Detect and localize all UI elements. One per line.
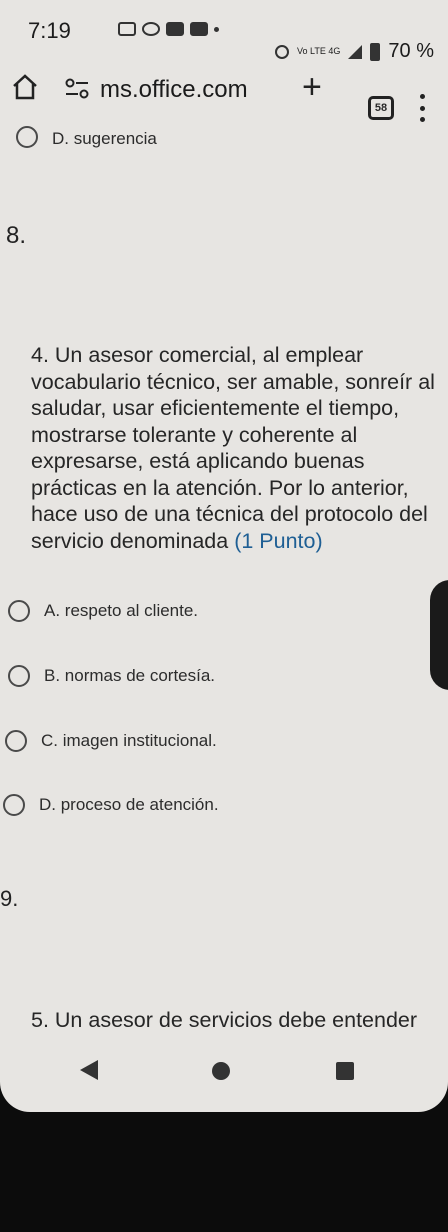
more-notifications-dot: [214, 26, 219, 32]
option-radio-b[interactable]: [8, 665, 30, 687]
question-text: 4. Un asesor comercial, al emplear vocab…: [31, 343, 435, 553]
question-number: 8.: [6, 222, 27, 249]
next-question-text: 5. Un asesor de servicios debe entender: [31, 1008, 418, 1032]
whatsapp-icon: [142, 22, 160, 36]
alarm-icon: [275, 44, 290, 59]
tab-switcher-button[interactable]: 58: [368, 96, 394, 120]
address-bar[interactable]: ms.office.com: [100, 76, 248, 104]
overflow-menu-icon[interactable]: [420, 94, 426, 122]
back-icon[interactable]: [80, 1060, 98, 1080]
new-tab-icon[interactable]: +: [302, 70, 322, 104]
option-label-a: A. respeto al cliente.: [44, 601, 199, 620]
question-points: (1 Punto): [234, 528, 323, 553]
browser-toolbar: ms.office.com + 58: [0, 70, 448, 122]
youtube-icon: [190, 22, 208, 36]
phone-screen: 7:19 Vo LTE 4G 70 % ms.office.com + 58 D…: [0, 0, 448, 1112]
cast-icon: [118, 22, 136, 36]
system-icons: Vo LTE 4G 70 %: [275, 40, 434, 63]
battery-icon: [370, 42, 381, 61]
battery-level: 70 %: [388, 40, 434, 62]
home-icon[interactable]: [10, 72, 40, 102]
option-label-d: D. proceso de atención.: [39, 795, 219, 814]
option-radio-d[interactable]: [3, 794, 25, 816]
signal-icon: [348, 44, 363, 59]
youtube-icon: [166, 22, 184, 36]
option-radio-d-previous[interactable]: [16, 126, 38, 148]
status-bar: 7:19 Vo LTE 4G 70 %: [0, 0, 448, 62]
option-label-d-previous: D. sugerencia: [52, 129, 157, 148]
notification-icons: [118, 22, 219, 36]
site-settings-icon[interactable]: [64, 78, 90, 100]
home-button-icon[interactable]: [212, 1062, 230, 1080]
option-radio-a[interactable]: [8, 600, 30, 622]
edge-panel-handle: [430, 580, 448, 690]
status-time: 7:19: [28, 18, 71, 43]
next-question-number: 9.: [0, 886, 19, 911]
network-type: Vo LTE 4G: [297, 46, 341, 56]
option-label-c: C. imagen institucional.: [41, 731, 217, 750]
option-radio-c[interactable]: [5, 730, 27, 752]
question-text-block: 4. Un asesor comercial, al emplear vocab…: [31, 342, 439, 554]
recents-icon[interactable]: [336, 1062, 354, 1080]
option-label-b: B. normas de cortesía.: [44, 666, 216, 685]
